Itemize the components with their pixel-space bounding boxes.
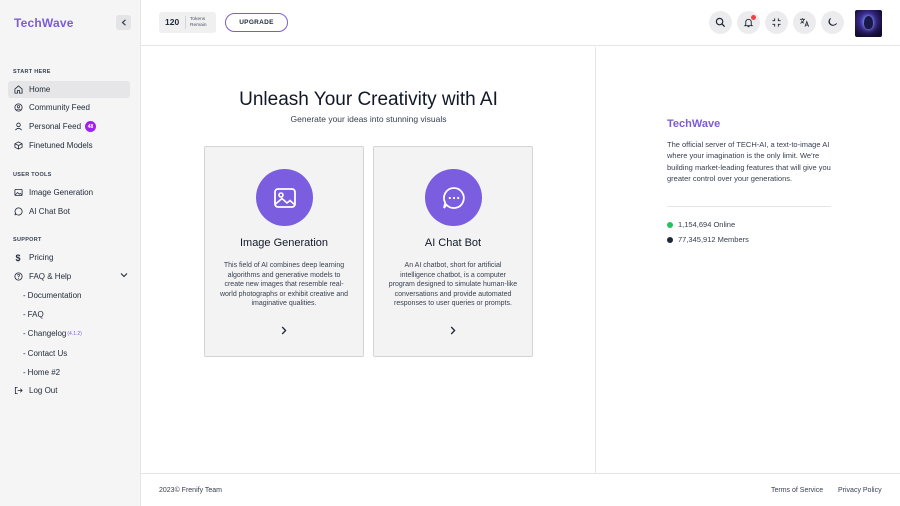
card-image-generation[interactable]: Image Generation This field of AI combin… — [204, 146, 364, 357]
card-title: Image Generation — [239, 237, 329, 249]
sidebar-item-image-generation[interactable]: Image Generation — [8, 184, 130, 201]
home-icon — [13, 85, 23, 95]
card-description: This field of AI combines deep learning … — [219, 262, 349, 307]
upgrade-button[interactable]: UPGRADE — [225, 13, 288, 32]
sidebar-subitem-home-2[interactable]: - Home #2 — [23, 365, 60, 380]
card-icon-circle — [256, 169, 313, 226]
page-title: Unleash Your Creativity with AI — [239, 89, 498, 110]
divider — [667, 206, 831, 207]
fullscreen-button[interactable] — [765, 11, 788, 34]
dark-mode-button[interactable] — [821, 11, 844, 34]
chat-icon — [13, 207, 23, 217]
search-icon — [715, 17, 726, 28]
subitem-label: Documentation — [27, 291, 82, 300]
chevron-down-icon[interactable] — [120, 272, 128, 278]
tokens-count: 120 — [159, 16, 186, 29]
brand-logo[interactable]: TechWave — [14, 16, 74, 30]
notification-badge: 48 — [85, 121, 97, 132]
moon-icon — [828, 17, 838, 26]
sidebar-subitem-documentation[interactable]: - Documentation — [23, 288, 81, 303]
notifications-button[interactable] — [737, 11, 760, 34]
notification-dot — [751, 15, 756, 20]
sidebar-item-pricing[interactable]: $ Pricing — [8, 249, 130, 266]
sidebar-item-label: Community Feed — [29, 103, 90, 112]
copyright: 2023© Frenify Team — [159, 487, 223, 494]
card-icon-circle — [425, 169, 482, 226]
tokens-label-line-2: Remain — [190, 22, 207, 28]
sidebar-item-label: Home — [29, 85, 51, 94]
terms-of-service-link[interactable]: Terms of Service — [771, 487, 823, 494]
chevron-left-icon — [121, 19, 126, 26]
sidebar-item-community-feed[interactable]: Community Feed — [8, 99, 130, 116]
user-icon — [13, 122, 23, 132]
sidebar-item-ai-chat-bot[interactable]: AI Chat Bot — [8, 203, 130, 220]
image-icon — [13, 188, 23, 198]
chat-bubble-icon — [442, 186, 465, 209]
sidebar-subitem-faq[interactable]: - FAQ — [23, 307, 44, 322]
top-header: 120 Tokens Remain UPGRADE — [141, 0, 900, 46]
members-status-dot — [667, 236, 673, 243]
logout-icon — [13, 386, 23, 396]
privacy-policy-link[interactable]: Privacy Policy — [838, 487, 882, 494]
dollar-icon: $ — [15, 252, 21, 263]
sidebar-item-home[interactable]: Home — [8, 81, 130, 98]
collapse-sidebar-button[interactable] — [116, 15, 131, 30]
section-label-user-tools: USER TOOLS — [13, 172, 52, 178]
members-stat: 77,345,912 Members — [667, 235, 749, 244]
card-title: AI Chat Bot — [424, 237, 482, 249]
version-label: (4.1.2) — [67, 330, 82, 337]
chevron-right-icon[interactable] — [279, 325, 289, 335]
cube-icon — [13, 141, 23, 151]
search-button[interactable] — [709, 11, 732, 34]
fullscreen-icon — [772, 18, 781, 27]
avatar[interactable] — [855, 10, 882, 37]
subitem-label: FAQ — [27, 310, 44, 319]
members-count: 77,345,912 Members — [678, 235, 749, 244]
help-icon — [13, 272, 23, 282]
sidebar-item-label: Personal Feed — [29, 122, 82, 131]
online-stat: 1,154,694 Online — [667, 220, 735, 229]
online-count: 1,154,694 Online — [678, 220, 736, 229]
tokens-counter: 120 Tokens Remain — [159, 12, 216, 33]
sidebar-item-finetuned-models[interactable]: Finetuned Models — [8, 137, 130, 154]
sidebar-item-label: Image Generation — [29, 188, 94, 197]
server-description: The official server of TECH-AI, a text-t… — [667, 140, 831, 183]
server-info-panel: TechWave The official server of TECH-AI,… — [597, 47, 900, 473]
subitem-label: Contact Us — [27, 349, 68, 358]
sidebar-item-label: Log Out — [29, 386, 58, 395]
sidebar-item-label: FAQ & Help — [29, 272, 72, 281]
sidebar-subitem-changelog[interactable]: - Changelog (4.1.2) — [23, 326, 82, 341]
sidebar-item-personal-feed[interactable]: Personal Feed 48 — [8, 118, 130, 135]
page-subtitle: Generate your ideas into stunning visual… — [290, 114, 447, 124]
sidebar-item-label: AI Chat Bot — [29, 207, 70, 216]
chevron-right-icon[interactable] — [448, 325, 458, 335]
tokens-label-line-1: Tokens — [190, 17, 206, 22]
subitem-label: Changelog — [27, 329, 67, 338]
card-description: An AI chatbot, short for artificial inte… — [388, 262, 518, 307]
sidebar: TechWave START HERE Home Community Feed … — [0, 0, 141, 506]
aside-logo: TechWave — [667, 118, 721, 130]
sidebar-item-label: Finetuned Models — [29, 141, 93, 150]
sidebar-item-label: Pricing — [29, 253, 54, 262]
main-content: Unleash Your Creativity with AI Generate… — [141, 47, 596, 473]
sidebar-subitem-contact-us[interactable]: - Contact Us — [23, 346, 67, 361]
tokens-label: Tokens Remain — [186, 17, 207, 28]
footer: 2023© Frenify Team Terms of Service Priv… — [141, 473, 900, 506]
section-label-start-here: START HERE — [13, 69, 51, 75]
translate-icon — [799, 18, 810, 27]
image-icon — [273, 187, 296, 208]
card-ai-chat-bot[interactable]: AI Chat Bot An AI chatbot, short for art… — [373, 146, 533, 357]
community-icon — [13, 103, 23, 113]
subitem-label: Home #2 — [27, 368, 61, 377]
sidebar-item-faq-help[interactable]: FAQ & Help — [8, 268, 130, 285]
online-status-dot — [667, 221, 673, 228]
translate-button[interactable] — [793, 11, 816, 34]
sidebar-item-log-out[interactable]: Log Out — [8, 382, 130, 399]
section-label-support: SUPPORT — [13, 237, 42, 243]
